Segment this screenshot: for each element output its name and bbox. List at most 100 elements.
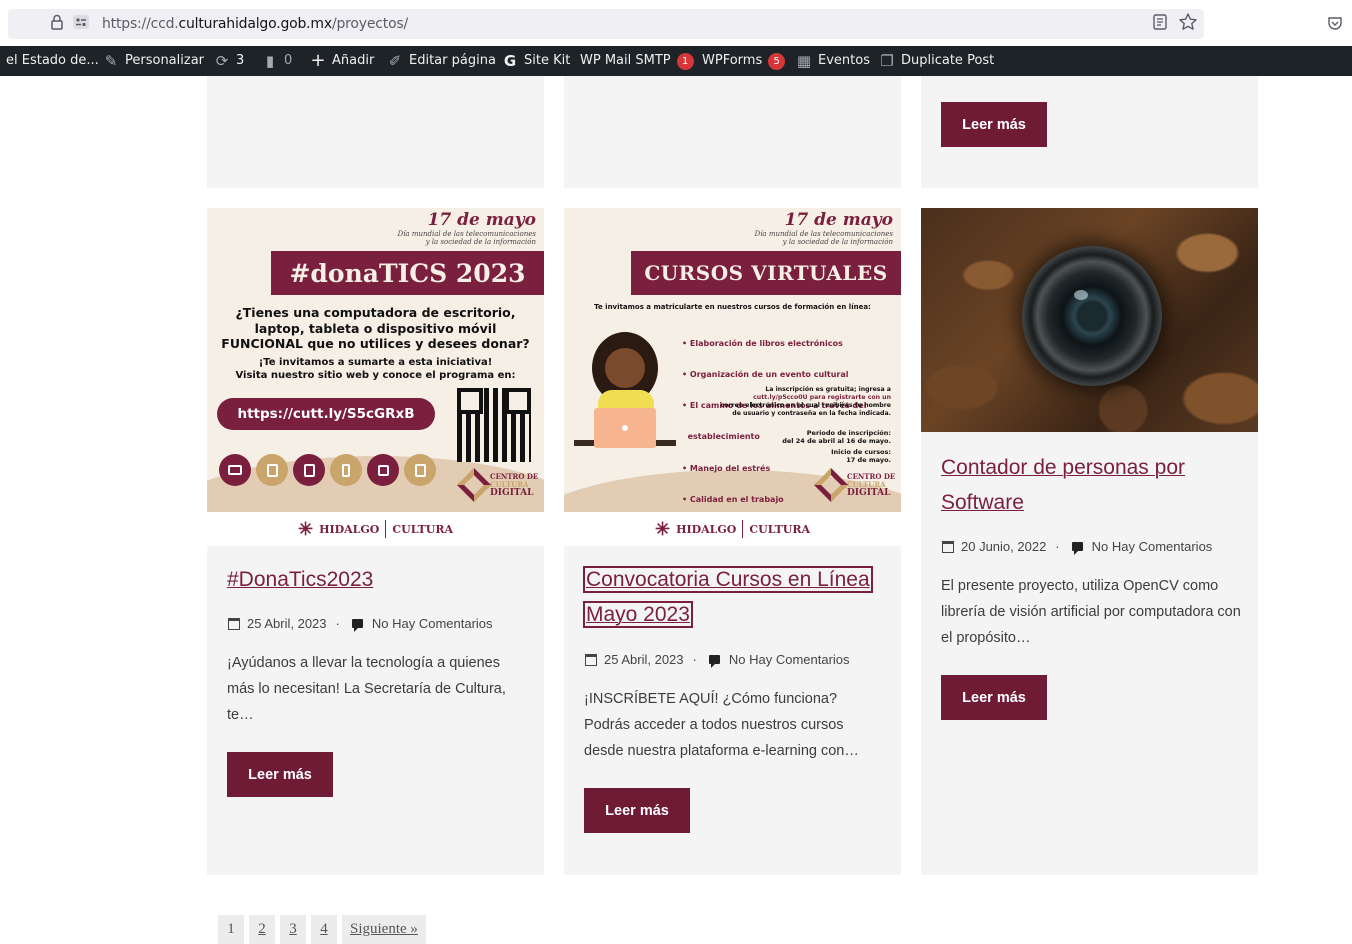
post-card-previous-2: [564, 76, 901, 188]
adminbar-updates[interactable]: ⟳ 3: [214, 46, 245, 76]
adminbar-comments[interactable]: ▮ 0: [262, 46, 292, 76]
post-thumbnail[interactable]: 17 de mayo Día mundial de las telecomuni…: [207, 208, 544, 546]
wp-mail-smtp-label: WP Mail SMTP: [580, 53, 671, 68]
poster-date: 17 de mayo: [427, 210, 536, 230]
edit-page-label: Editar página: [409, 53, 496, 68]
adminbar-customize[interactable]: ✎ Personalizar: [103, 46, 204, 76]
qr-code: [457, 388, 531, 462]
page-link-3[interactable]: 3: [280, 915, 306, 944]
post-title-link[interactable]: Contador de personas por Software: [941, 450, 1185, 520]
calendar-icon: [585, 653, 597, 666]
post-excerpt: ¡Ayúdanos a llevar la tecnología a quien…: [227, 655, 506, 723]
adminbar-site-kit[interactable]: G Site Kit: [502, 46, 570, 76]
post-meta: 25 Abril, 2023 · No Hay Comentarios: [585, 652, 850, 668]
permissions-icon[interactable]: [72, 13, 90, 31]
centro-cultura-digital-logo: CENTRO DE CULTURA DIGITAL: [814, 468, 895, 502]
customize-label: Personalizar: [125, 53, 205, 68]
post-title-link[interactable]: Convocatoria Cursos en Línea Mayo 2023: [583, 562, 873, 632]
post-title-line-1: Contador de personas por: [941, 456, 1185, 479]
wp-admin-bar: el Estado de... ✎ Personalizar ⟳ 3 ▮ 0 + Aña…: [0, 46, 1352, 76]
poster-intro: Te invitamos a matricularte en nuestros …: [594, 303, 871, 311]
woman-laptop-illustration: [574, 332, 676, 448]
read-more-button[interactable]: Leer más: [941, 675, 1047, 720]
calendar-icon: [228, 617, 240, 630]
adminbar-events[interactable]: ▦ Eventos: [796, 46, 870, 76]
browser-toolbar: https://ccd.culturahidalgo.gob.mx/proyec…: [0, 0, 1352, 46]
camera-lens-photo: [921, 208, 1258, 432]
centro-cultura-digital-logo: CENTRO DE CULTURA DIGITAL: [457, 468, 538, 502]
lock-icon[interactable]: [48, 13, 66, 31]
updates-count: 3: [236, 53, 245, 68]
post-thumbnail[interactable]: 17 de mayo Día mundial de las telecomuni…: [564, 208, 901, 546]
post-card-previous-1: [207, 76, 544, 188]
adminbar-wpforms[interactable]: WPForms 5: [702, 46, 786, 76]
add-new-label: Añadir: [332, 53, 375, 68]
adminbar-add-new[interactable]: + Añadir: [310, 46, 374, 76]
post-excerpt: El presente proyecto, utiliza OpenCV com…: [941, 578, 1241, 646]
updates-icon: ⟳: [215, 52, 229, 70]
url-text[interactable]: https://ccd.culturahidalgo.gob.mx/proyec…: [102, 16, 408, 32]
pocket-icon[interactable]: [1327, 15, 1343, 31]
hidalgo-star-icon: ✳: [297, 518, 314, 540]
laptop-icon: [219, 454, 251, 486]
post-title-line-2: Mayo 2023: [583, 601, 693, 628]
comment-icon: [1071, 542, 1083, 555]
bookmark-star-icon[interactable]: [1178, 12, 1198, 32]
page-current: 1: [218, 915, 244, 944]
page-link-2[interactable]: 2: [249, 915, 275, 944]
events-label: Eventos: [818, 53, 870, 68]
post-comments[interactable]: No Hay Comentarios: [729, 652, 850, 667]
post-comments[interactable]: No Hay Comentarios: [372, 616, 493, 631]
poster-subtitle: Día mundial de las telecomunicaciones y l…: [754, 230, 893, 246]
read-more-button[interactable]: Leer más: [941, 102, 1047, 147]
calendar-icon: [942, 540, 954, 553]
adminbar-wp-mail-smtp[interactable]: WP Mail SMTP 1: [580, 46, 694, 76]
wpforms-label: WPForms: [702, 53, 763, 68]
pencil-icon: ✐: [388, 52, 402, 70]
poster-signup-info: La inscripción es gratuita; ingresa a cu…: [720, 386, 891, 417]
post-card-donatics: 17 de mayo Día mundial de las telecomuni…: [207, 208, 544, 875]
reader-view-icon[interactable]: [1151, 13, 1169, 31]
phone-icon: [330, 454, 362, 486]
comments-count: 0: [284, 53, 293, 68]
google-g-icon: G: [503, 52, 517, 70]
comment-icon: ▮: [265, 52, 275, 70]
duplicate-icon: ❐: [880, 52, 894, 70]
donatics-poster: 17 de mayo Día mundial de las telecomuni…: [207, 208, 544, 546]
poster-link: https://cutt.ly/S5cGRxB: [217, 398, 435, 430]
cursos-poster: 17 de mayo Día mundial de las telecomuni…: [564, 208, 901, 546]
post-comments[interactable]: No Hay Comentarios: [1092, 539, 1213, 554]
adminbar-edit-page[interactable]: ✐ Editar página: [387, 46, 496, 76]
next-page-link[interactable]: Siguiente »: [342, 915, 426, 944]
brush-icon: ✎: [104, 52, 118, 70]
chip-icon: [367, 454, 399, 486]
poster-banner: CURSOS VIRTUALES: [631, 251, 901, 295]
post-meta: 25 Abril, 2023 · No Hay Comentarios: [228, 616, 493, 632]
post-thumbnail[interactable]: [921, 208, 1258, 432]
comment-icon: [708, 655, 720, 668]
read-more-button[interactable]: Leer más: [584, 788, 690, 833]
page-link-4[interactable]: 4: [311, 915, 337, 944]
pagination: 1 2 3 4 Siguiente »: [218, 915, 426, 944]
calendar-icon: ▦: [796, 52, 812, 70]
adminbar-site-name[interactable]: el Estado de...: [6, 46, 99, 76]
site-name-label: el Estado de...: [6, 53, 99, 68]
tablet-icon: [293, 454, 325, 486]
post-card-cursos: 17 de mayo Día mundial de las telecomuni…: [564, 208, 901, 875]
plus-icon: +: [310, 50, 326, 71]
poster-subtitle: Día mundial de las telecomunicaciones y l…: [397, 230, 536, 246]
hidalgo-star-icon: ✳: [654, 518, 671, 540]
comment-icon: [351, 619, 363, 632]
poster-dates: Periodo de inscripción: del 24 de abril …: [782, 429, 891, 464]
wpforms-notification-badge: 5: [768, 52, 786, 70]
post-excerpt: ¡INSCRÍBETE AQUÍ! ¿Cómo funciona? Podrás…: [584, 691, 859, 759]
post-title-line-1: Convocatoria Cursos en Línea: [583, 566, 873, 593]
post-title-link[interactable]: #DonaTics2023: [227, 562, 373, 597]
adminbar-duplicate-post[interactable]: ❐ Duplicate Post: [879, 46, 994, 76]
post-date: 20 Junio, 2022: [961, 539, 1047, 554]
post-date: 25 Abril, 2023: [604, 652, 684, 667]
read-more-button[interactable]: Leer más: [227, 752, 333, 797]
poster-footer: ✳ HIDALGO CULTURA: [564, 512, 901, 546]
site-kit-label: Site Kit: [524, 53, 571, 68]
smtp-notification-badge: 1: [676, 52, 694, 70]
